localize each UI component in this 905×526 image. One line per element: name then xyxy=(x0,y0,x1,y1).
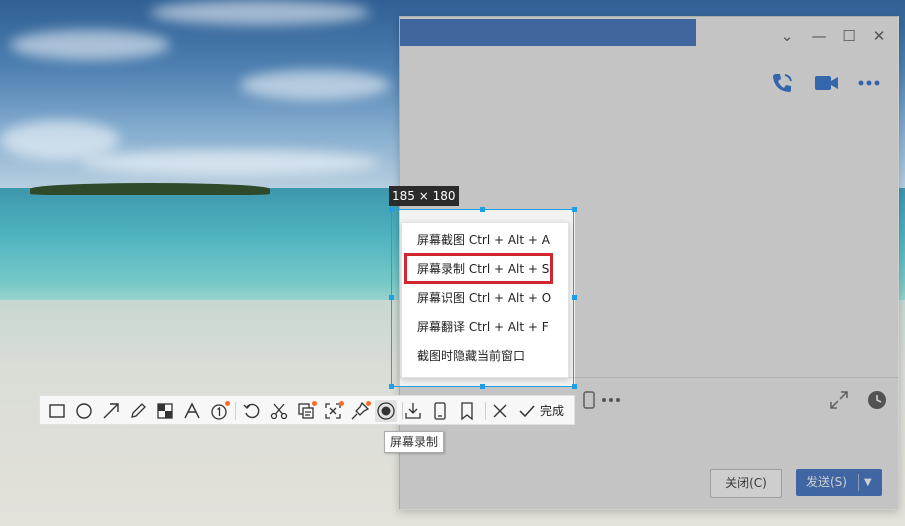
cloud xyxy=(10,30,170,60)
menu-item-hide-window[interactable]: 截图时隐藏当前窗口 xyxy=(402,342,568,370)
highlight-box xyxy=(404,253,553,284)
selection-size-label: 185 × 180 xyxy=(389,186,459,206)
toolbar-separator xyxy=(235,402,236,420)
badge-dot xyxy=(225,401,230,406)
number-marker-icon[interactable] xyxy=(208,400,230,422)
dim-overlay xyxy=(575,209,898,509)
resize-handle[interactable] xyxy=(572,384,577,389)
close-icon[interactable] xyxy=(489,400,511,422)
dim-overlay xyxy=(399,16,898,209)
arrow-icon[interactable] xyxy=(100,400,122,422)
cloud xyxy=(80,150,380,175)
done-button-label[interactable]: 完成 xyxy=(540,402,564,419)
cloud xyxy=(150,0,370,25)
resize-handle[interactable] xyxy=(480,384,485,389)
island xyxy=(30,183,270,195)
pin-icon[interactable] xyxy=(349,400,371,422)
check-icon[interactable] xyxy=(516,400,538,422)
toolbar-separator xyxy=(485,402,486,420)
menu-item-screenshot[interactable]: 屏幕截图 Ctrl + Alt + A xyxy=(402,226,568,254)
resize-handle[interactable] xyxy=(480,207,485,212)
download-icon[interactable] xyxy=(402,400,424,422)
scan-icon[interactable] xyxy=(322,400,344,422)
badge-dot xyxy=(339,401,344,406)
badge-dot xyxy=(312,401,317,406)
pencil-icon[interactable] xyxy=(127,400,149,422)
record-icon[interactable] xyxy=(375,400,397,422)
resize-handle[interactable] xyxy=(389,384,394,389)
resize-handle[interactable] xyxy=(389,207,394,212)
scissors-icon[interactable] xyxy=(268,400,290,422)
resize-handle[interactable] xyxy=(572,295,577,300)
resize-handle[interactable] xyxy=(572,207,577,212)
rectangle-icon[interactable] xyxy=(46,400,68,422)
phone-icon[interactable] xyxy=(429,400,451,422)
tooltip: 屏幕录制 xyxy=(384,431,445,453)
menu-item-screen-recognize[interactable]: 屏幕识图 Ctrl + Alt + O xyxy=(402,284,568,312)
resize-handle[interactable] xyxy=(389,295,394,300)
text-icon[interactable] xyxy=(181,400,203,422)
ellipse-icon[interactable] xyxy=(73,400,95,422)
screenshot-toolbar: 完成 xyxy=(39,395,575,425)
undo-icon[interactable] xyxy=(241,400,263,422)
copy-text-icon[interactable] xyxy=(295,400,317,422)
mosaic-icon[interactable] xyxy=(154,400,176,422)
cloud xyxy=(0,120,120,160)
record-menu: 屏幕截图 Ctrl + Alt + A 屏幕录制 Ctrl + Alt + S … xyxy=(401,222,569,378)
cloud xyxy=(240,70,390,100)
menu-item-screen-translate[interactable]: 屏幕翻译 Ctrl + Alt + F xyxy=(402,313,568,341)
badge-dot xyxy=(366,401,371,406)
bookmark-icon[interactable] xyxy=(456,400,478,422)
